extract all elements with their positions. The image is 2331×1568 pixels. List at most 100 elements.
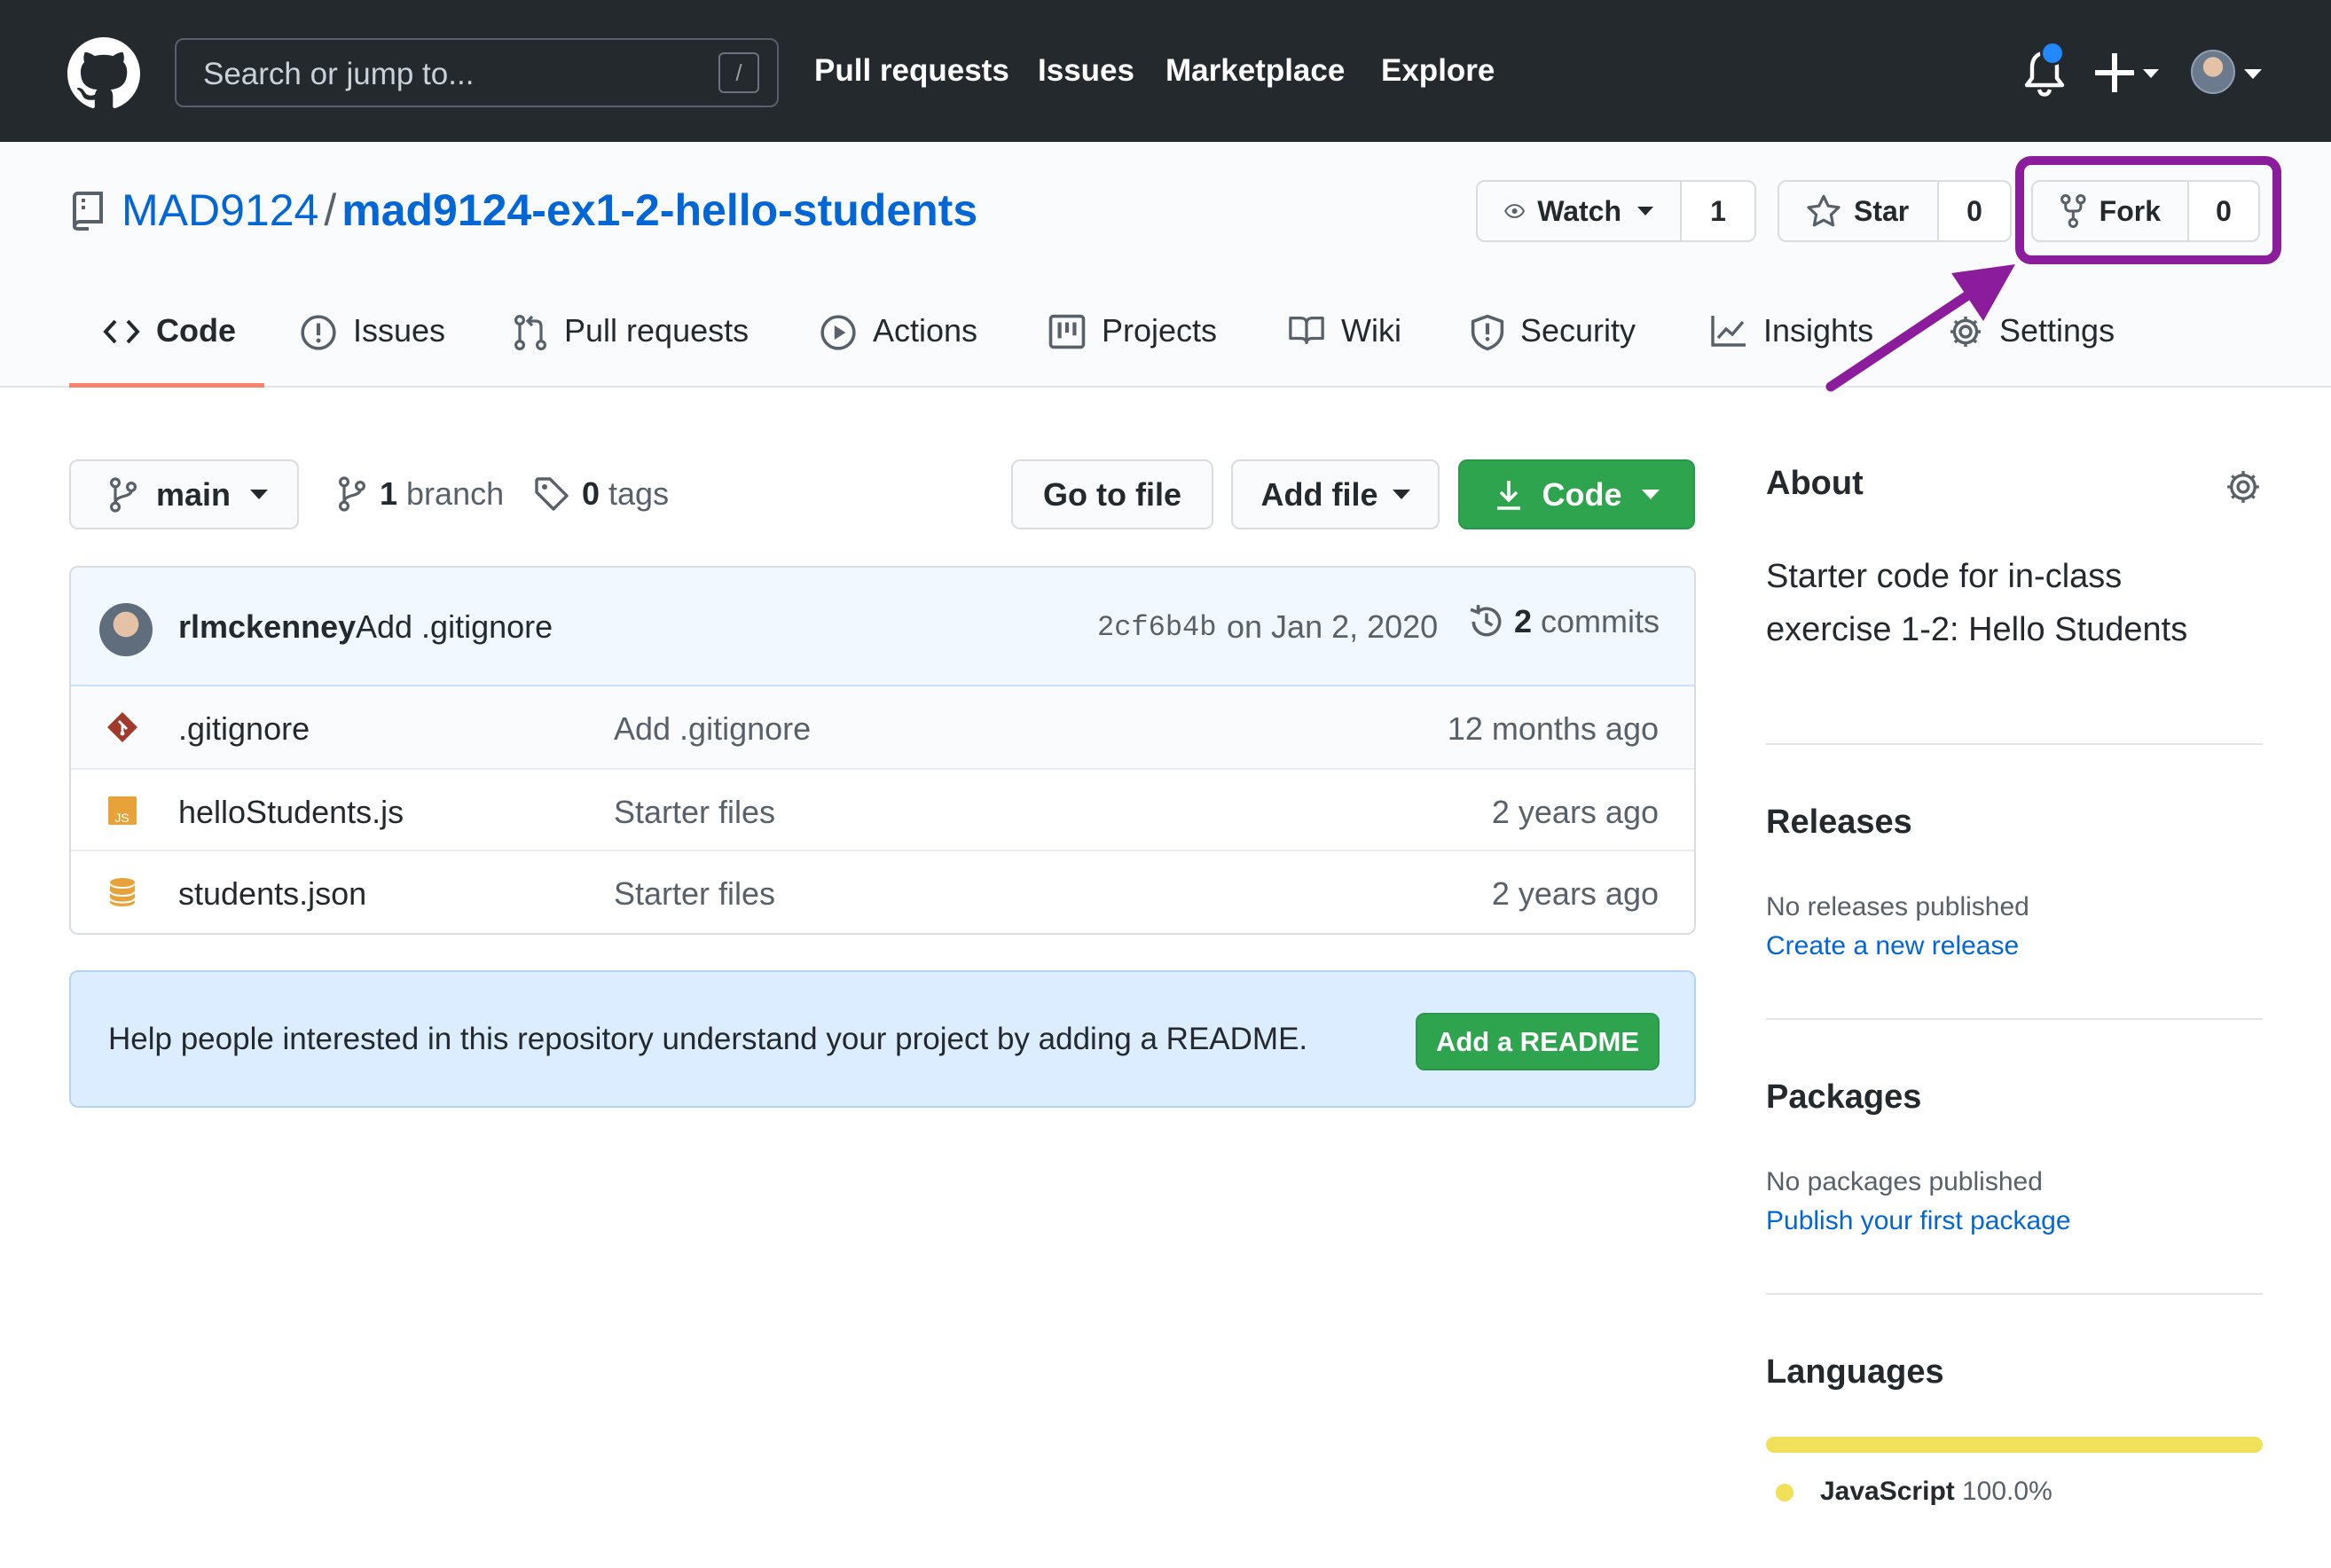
- tab-settings[interactable]: Settings: [1948, 312, 2115, 387]
- about-heading: About: [1766, 465, 1864, 502]
- gear-icon: [1950, 317, 1981, 347]
- json-file-icon: [109, 878, 136, 906]
- star-button[interactable]: Star: [1779, 182, 1939, 240]
- add-file-label: Add file: [1260, 475, 1378, 513]
- packages-empty-text: No packages published: [1766, 1167, 2043, 1196]
- tab-insights[interactable]: Insights: [1710, 312, 1873, 387]
- search-shortcut-key: /: [718, 52, 759, 93]
- tag-icon: [535, 477, 569, 511]
- github-logo-icon[interactable]: [67, 37, 140, 110]
- file-name-link[interactable]: helloStudents.js: [178, 794, 404, 831]
- commit-count-label: commits: [1541, 603, 1660, 639]
- create-new-plus-icon[interactable]: [2093, 48, 2161, 98]
- tab-code[interactable]: Code: [103, 312, 236, 387]
- star-button-group: Star 0: [1778, 180, 2012, 242]
- nav-issues[interactable]: Issues: [1038, 53, 1134, 89]
- file-age: 2 years ago: [1491, 794, 1659, 830]
- file-commit-message[interactable]: Starter files: [614, 875, 775, 913]
- tab-wiki[interactable]: Wiki: [1288, 312, 1401, 387]
- edit-about-gear-icon[interactable]: [2225, 468, 2262, 506]
- shield-icon: [1471, 314, 1504, 351]
- fork-highlight-annotation: [2015, 156, 2281, 264]
- global-header: Search or jump to... / Pull requests Iss…: [0, 0, 2331, 142]
- file-row: .gitignore Add .gitignore 12 months ago: [71, 686, 1694, 768]
- tab-insights-label: Insights: [1763, 312, 1874, 349]
- branch-icon: [109, 476, 137, 513]
- tab-actions[interactable]: Actions: [820, 312, 977, 387]
- nav-explore[interactable]: Explore: [1381, 53, 1495, 89]
- repo-icon: [72, 192, 103, 231]
- commit-history-link[interactable]: 2 commits: [1468, 603, 1660, 640]
- repo-title-separator: /: [324, 185, 337, 235]
- add-readme-banner: Help people interested in this repositor…: [69, 970, 1696, 1108]
- commit-author[interactable]: rlmckenney: [178, 608, 356, 646]
- user-menu-caret-icon[interactable]: [2244, 69, 2262, 79]
- sidebar-divider: [1766, 1293, 2263, 1295]
- tab-projects[interactable]: Projects: [1048, 312, 1217, 387]
- tab-settings-label: Settings: [1999, 312, 2115, 349]
- branches-link[interactable]: 1 branch: [337, 475, 504, 513]
- repo-title: MAD9124/mad9124-ex1-2-hello-students: [122, 184, 977, 236]
- about-description: Starter code for in-class exercise 1-2: …: [1766, 558, 2188, 648]
- search-placeholder: Search or jump to...: [203, 57, 475, 91]
- js-file-icon: JS: [108, 796, 137, 825]
- releases-empty-text: No releases published: [1766, 892, 2029, 921]
- notification-unread-dot: [2040, 41, 2065, 66]
- tab-pull-requests[interactable]: Pull requests: [513, 312, 749, 387]
- code-icon: [103, 319, 140, 344]
- commit-author-avatar[interactable]: [99, 603, 153, 656]
- commit-sha[interactable]: 2cf6b4b: [1097, 611, 1216, 644]
- branch-select-button[interactable]: main: [69, 459, 299, 529]
- history-icon: [1470, 605, 1502, 637]
- eye-icon: [1504, 204, 1526, 218]
- go-to-file-button[interactable]: Go to file: [1011, 459, 1213, 529]
- commit-count: 2: [1514, 603, 1533, 639]
- book-icon: [1289, 317, 1324, 344]
- file-name-link[interactable]: .gitignore: [178, 710, 310, 748]
- code-caret-icon: [1641, 490, 1660, 499]
- nav-pull-requests[interactable]: Pull requests: [814, 53, 1009, 89]
- nav-marketplace[interactable]: Marketplace: [1166, 53, 1345, 89]
- tab-projects-label: Projects: [1102, 312, 1218, 349]
- tag-count-label: tags: [608, 475, 670, 512]
- user-avatar[interactable]: [2191, 50, 2235, 94]
- repo-name-link[interactable]: mad9124-ex1-2-hello-students: [341, 185, 977, 235]
- repo-owner-link[interactable]: MAD9124: [122, 185, 318, 235]
- language-color-dot: [1776, 1484, 1793, 1501]
- star-label: Star: [1854, 194, 1910, 227]
- tag-count: 0: [582, 475, 600, 512]
- search-input[interactable]: Search or jump to... /: [175, 38, 779, 107]
- star-icon: [1807, 194, 1840, 227]
- language-name[interactable]: JavaScript: [1820, 1477, 1955, 1507]
- watch-label: Watch: [1537, 194, 1621, 227]
- language-percent: 100.0%: [1962, 1477, 2052, 1506]
- sidebar-divider: [1766, 1018, 2263, 1020]
- commit-message[interactable]: Add .gitignore: [356, 608, 553, 646]
- file-name-link[interactable]: students.json: [178, 875, 366, 913]
- branch-caret-icon: [250, 490, 269, 499]
- tags-link[interactable]: 0 tags: [534, 475, 669, 513]
- tab-issues-label: Issues: [353, 312, 446, 349]
- tab-security[interactable]: Security: [1471, 312, 1636, 387]
- project-icon: [1048, 314, 1086, 349]
- add-readme-button[interactable]: Add a README: [1416, 1013, 1660, 1070]
- packages-heading[interactable]: Packages: [1766, 1078, 1921, 1117]
- code-download-button[interactable]: Code: [1458, 459, 1695, 529]
- create-release-link[interactable]: Create a new release: [1766, 931, 2019, 961]
- publish-package-link[interactable]: Publish your first package: [1766, 1206, 2071, 1236]
- watch-count[interactable]: 1: [1682, 182, 1754, 240]
- file-commit-message[interactable]: Starter files: [614, 794, 775, 831]
- language-bar: [1766, 1437, 2263, 1453]
- releases-heading[interactable]: Releases: [1766, 804, 1912, 842]
- issue-icon: [301, 315, 336, 350]
- branch-count-label: branch: [406, 475, 505, 512]
- watch-button[interactable]: Watch: [1478, 182, 1682, 240]
- tab-security-label: Security: [1520, 312, 1636, 349]
- file-age: 12 months ago: [1447, 710, 1659, 747]
- active-tab-underline: [69, 383, 264, 388]
- file-commit-message[interactable]: Add .gitignore: [614, 710, 811, 748]
- tab-pull-requests-label: Pull requests: [564, 312, 750, 349]
- tab-issues[interactable]: Issues: [300, 312, 445, 387]
- add-file-button[interactable]: Add file: [1231, 459, 1440, 529]
- star-count[interactable]: 0: [1939, 182, 2010, 240]
